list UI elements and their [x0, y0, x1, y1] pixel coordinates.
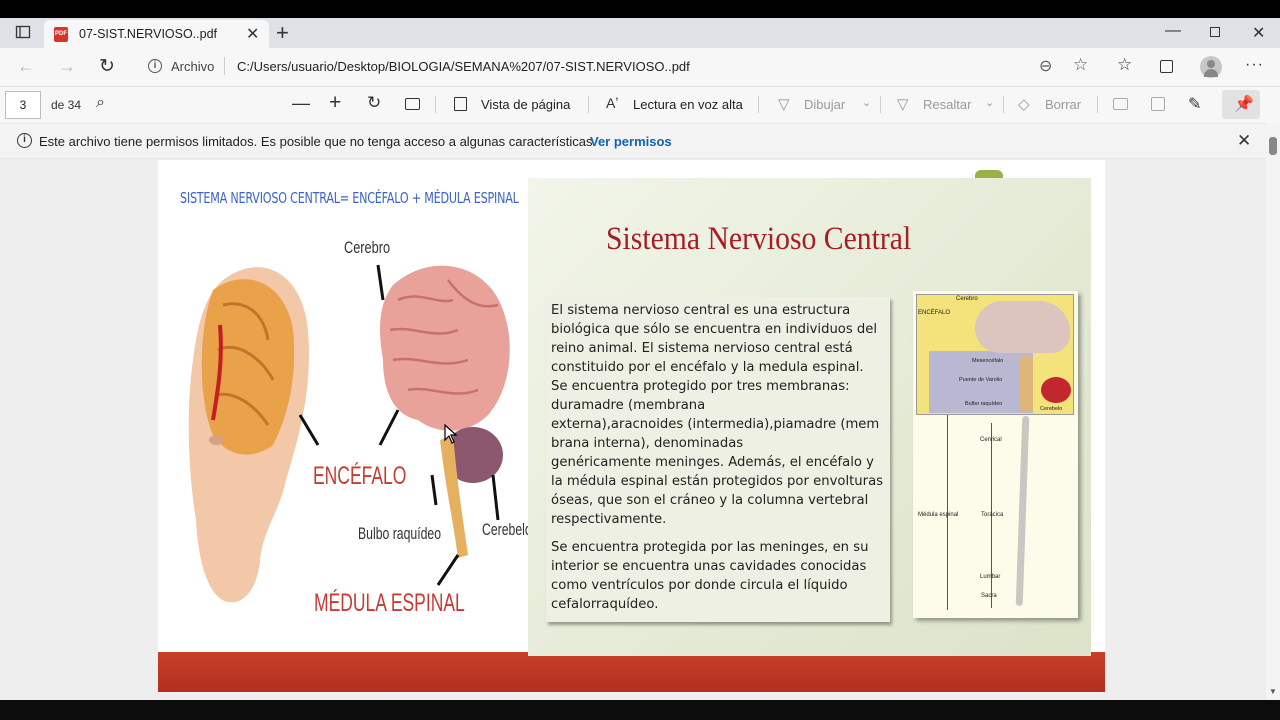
draw-icon[interactable]: ▽	[778, 95, 790, 113]
brainstem-figure-icon	[1019, 356, 1033, 412]
divider	[1097, 96, 1098, 113]
fig-lumbar: Lumbar	[980, 574, 1001, 580]
fig-toracica: Torácica	[981, 512, 1004, 518]
close-notice-icon[interactable]: ✕	[1237, 131, 1251, 151]
mouse-cursor-icon	[444, 424, 458, 444]
page-view-icon[interactable]	[454, 97, 467, 111]
fig-mesencefalo: Mesencéfalo	[972, 358, 1004, 364]
head-profile-illustration	[188, 267, 309, 603]
forward-icon[interactable]: →	[58, 56, 76, 77]
zoom-in-button[interactable]: +	[329, 91, 341, 115]
fit-page-icon[interactable]	[405, 98, 420, 110]
zoom-out-icon[interactable]: ⊖	[1039, 56, 1052, 76]
label-cerebro: Cerebro	[344, 238, 391, 257]
fig-cerebro: Cerebro	[956, 296, 978, 302]
read-aloud-icon[interactable]: A͏ʼ	[606, 95, 618, 111]
page-total: de 34	[51, 98, 82, 112]
label-encefalo: ENCÉFALO	[313, 462, 407, 490]
brain-figure-icon	[975, 301, 1070, 353]
scrollbar[interactable]: ▼	[1266, 123, 1280, 700]
eraser-icon[interactable]: ◇	[1018, 95, 1030, 113]
scroll-down-icon[interactable]: ▼	[1269, 687, 1277, 696]
chevron-down-icon[interactable]: ⌄	[985, 96, 994, 109]
restore-button[interactable]	[1210, 27, 1220, 37]
back-icon[interactable]: ←	[17, 56, 35, 77]
fig-medula: Médula espinal	[918, 512, 959, 518]
decorative-icon	[975, 170, 1003, 178]
fig-puente: Puente de Varolio	[959, 377, 1003, 383]
description-paragraph-2: Se encuentra protegida por las meninges,…	[551, 540, 869, 612]
add-favorite-icon[interactable]: ☆	[1073, 55, 1088, 75]
divider	[1003, 96, 1004, 113]
label-medula: MÉDULA ESPINAL	[314, 589, 465, 617]
page-number-input[interactable]: 3	[5, 91, 41, 119]
description-textbox: El sistema nervioso central es una estru…	[546, 297, 890, 622]
tab-close-icon[interactable]: ✕	[246, 24, 259, 44]
slide-title: Sistema Nervioso Central	[606, 221, 912, 257]
chevron-down-icon[interactable]: ⌄	[862, 96, 871, 109]
brain-illustration	[188, 264, 510, 603]
fig-encefalo: ENCÉFALO	[918, 310, 951, 316]
draw-button[interactable]: Dibujar	[804, 97, 845, 112]
pin-toolbar-button[interactable]: 📌	[1222, 90, 1260, 119]
divider	[435, 96, 436, 113]
label-bulbo: Bulbo raquídeo	[358, 524, 442, 543]
url-input[interactable]: C:/Users/usuario/Desktop/BIOLOGIA/SEMANA…	[237, 59, 690, 74]
fig-cervical: Cervical	[980, 437, 1002, 443]
label-cerebelo: Cerebelo	[482, 520, 532, 539]
close-window-button[interactable]: ✕	[1252, 23, 1265, 43]
info-icon: i	[17, 133, 32, 148]
save-as-icon[interactable]: ✎	[1188, 94, 1201, 114]
cerebellum-figure-icon	[1041, 377, 1071, 403]
divider	[588, 96, 589, 113]
erase-button[interactable]: Borrar	[1045, 97, 1081, 112]
tab-title: 07-SIST.NERVIOSO..pdf	[79, 27, 218, 41]
description-paragraph-1: El sistema nervioso central es una estru…	[551, 303, 884, 527]
refresh-icon[interactable]: ↻	[99, 55, 115, 78]
divider	[758, 96, 759, 113]
collections-icon[interactable]	[1160, 60, 1173, 73]
cns-figure: Cerebro ENCÉFALO Mesencéfalo Puente de V…	[913, 291, 1078, 618]
fig-sacra: Sacra	[981, 593, 997, 599]
pin-icon: 📌	[1234, 96, 1254, 113]
search-icon[interactable]: ⌕	[96, 94, 105, 112]
pdf-file-icon: PDF	[54, 27, 68, 42]
save-icon[interactable]	[1151, 97, 1165, 111]
fig-bulbo: Bulbo raquídeo	[965, 401, 1003, 407]
read-aloud-button[interactable]: Lectura en voz alta	[633, 97, 743, 112]
rotate-icon[interactable]: ↻	[367, 93, 381, 113]
brain-side-illustration	[380, 265, 510, 558]
new-tab-button[interactable]: +	[276, 20, 289, 46]
site-label[interactable]: Archivo	[171, 59, 214, 74]
highlight-button[interactable]: Resaltar	[923, 97, 971, 112]
slide-heading: SISTEMA NERVIOSO CENTRAL= ENCÉFALO + MÉD…	[180, 189, 519, 207]
taskbar-edge	[0, 700, 1280, 720]
scrollbar-thumb[interactable]	[1269, 137, 1277, 155]
fig-cerebelo: Cerebelo	[1040, 406, 1063, 412]
slide-footer-band	[158, 652, 1105, 692]
more-icon[interactable]: ···	[1245, 56, 1264, 74]
divider	[224, 57, 225, 75]
notice-text: Este archivo tiene permisos limitados. E…	[39, 134, 597, 149]
profile-avatar[interactable]	[1200, 56, 1222, 78]
highlight-icon[interactable]: ▽	[897, 95, 909, 113]
tab-actions-icon[interactable]	[12, 24, 34, 46]
minimize-button[interactable]: —	[1165, 22, 1181, 40]
info-icon[interactable]: i	[148, 59, 162, 73]
zoom-out-button[interactable]: —	[292, 93, 310, 114]
favorites-icon[interactable]: ☆	[1117, 55, 1132, 75]
tab-active[interactable]: PDF 07-SIST.NERVIOSO..pdf ✕	[44, 20, 269, 49]
page-view-button[interactable]: Vista de página	[481, 97, 570, 112]
divider	[880, 96, 881, 113]
view-permissions-link[interactable]: Ver permisos	[590, 134, 672, 149]
print-icon[interactable]	[1113, 98, 1128, 110]
spinal-cord-figure	[1015, 415, 1030, 607]
